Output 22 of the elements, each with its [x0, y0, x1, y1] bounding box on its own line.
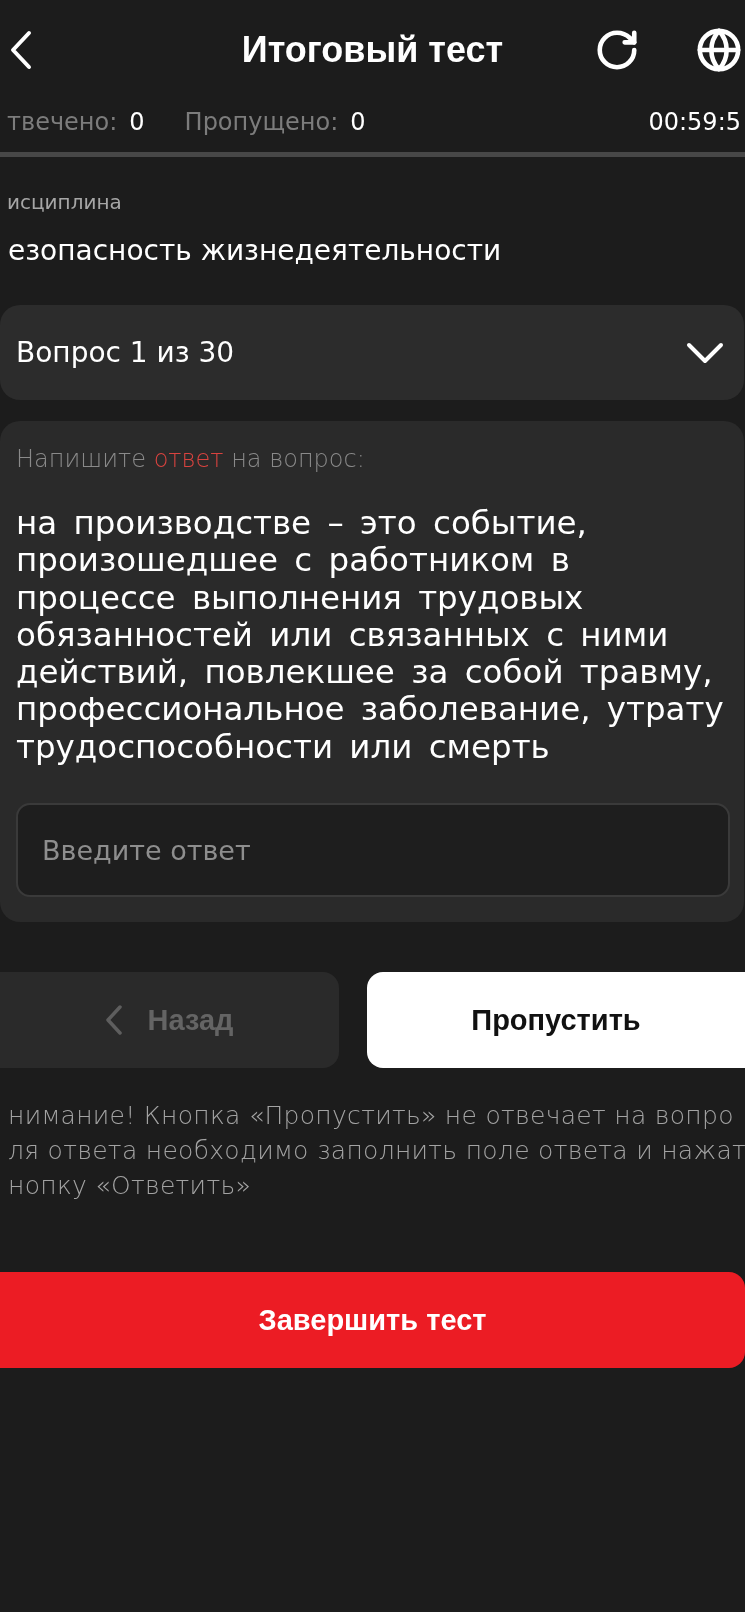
skip-button[interactable]: Пропустить	[367, 972, 745, 1069]
back-icon[interactable]	[10, 30, 32, 70]
globe-icon[interactable]	[696, 27, 742, 73]
answer-input[interactable]: Введите ответ	[16, 803, 730, 898]
answered-label: твечено:	[7, 108, 118, 136]
page-title: Итоговый тест	[241, 29, 504, 71]
finish-test-button[interactable]: Завершить тест	[0, 1272, 745, 1369]
question-text: на производстве – это событие, произошедшее с работником в процессе выполнения трудовых обязанностей или связанных с ними действий, повлекшее за собой травму, профессиональное заболевание, утрату трудоспособности или смерть	[16, 505, 725, 767]
discipline-label: исциплина	[6, 190, 123, 214]
timer: 00:59:5	[648, 108, 742, 136]
chevron-down-icon	[686, 341, 724, 364]
discipline-name: езопасность жизнедеятельности	[7, 233, 503, 269]
refresh-icon[interactable]	[594, 27, 640, 73]
skipped-label: Пропущено:	[184, 108, 339, 136]
answer-prompt: Напишите ответ на вопрос:	[16, 444, 366, 474]
warning-text: нопку «Ответить»	[8, 1170, 253, 1203]
skipped-count: 0	[350, 108, 366, 136]
question-selector[interactable]: Вопрос 1 из 30	[0, 305, 744, 400]
answered-count: 0	[129, 108, 145, 136]
warning-text: нимание! Кнопка «Пропустить» не отвечает на вопро	[8, 1100, 735, 1133]
warning-text: ля ответа необходимо заполнить поле ответа и нажат	[8, 1135, 745, 1168]
chevron-left-icon	[105, 1005, 122, 1036]
